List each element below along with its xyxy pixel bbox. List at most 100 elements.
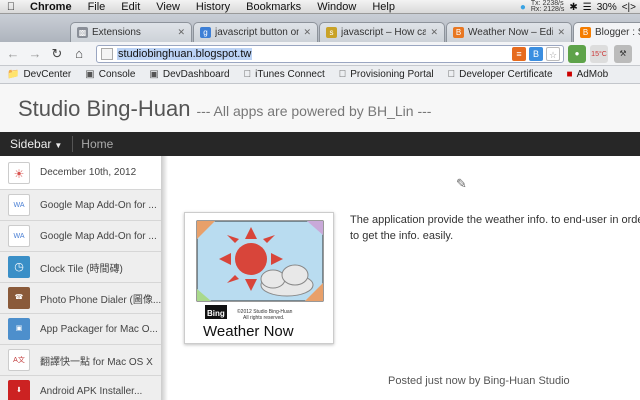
sidebar-item[interactable]: WA Google Map Add-On for ... bbox=[0, 190, 161, 221]
blog-title-row: Studio Bing-Huan --- All apps are powered… bbox=[18, 96, 431, 122]
extension-icon[interactable]: ● bbox=[568, 45, 586, 63]
menu-history[interactable]: History bbox=[188, 0, 238, 14]
admob-icon: ■ bbox=[567, 69, 573, 80]
edit-pencil-icon[interactable]: ✎ bbox=[456, 176, 467, 192]
sidebar-item[interactable]: WA Google Map Add-On for ... bbox=[0, 221, 161, 252]
sidebar-item[interactable]: ☀ December 10th, 2012 bbox=[0, 156, 161, 190]
menu-view[interactable]: View bbox=[148, 0, 188, 14]
blog-header: Studio Bing-Huan --- All apps are powered… bbox=[0, 84, 640, 132]
weather-thumb-icon: ☀ bbox=[8, 161, 30, 184]
bookmark-label: AdMob bbox=[554, 69, 609, 80]
menu-window[interactable]: Window bbox=[309, 0, 364, 14]
bookmark-admob[interactable]: ■ AdMob bbox=[560, 69, 616, 80]
blog-description: --- All apps are powered by BH_Lin --- bbox=[196, 103, 432, 119]
wrench-icon[interactable]: ⚒ bbox=[614, 45, 632, 63]
rx-label: Rx: bbox=[530, 6, 542, 13]
menu-edit[interactable]: Edit bbox=[113, 0, 148, 14]
apple-menu-icon[interactable]:  bbox=[0, 1, 22, 13]
sidebar-item-label: Clock Tile (時間磚) bbox=[40, 263, 123, 275]
tab-javascript-how[interactable]: s javascript – How can ✕ bbox=[319, 22, 445, 42]
bookmark-label: iTunes Connect bbox=[247, 69, 325, 80]
weather-badge-icon[interactable]: 15°C bbox=[590, 45, 608, 63]
sidebar-shadow bbox=[162, 156, 168, 400]
forward-icon[interactable]: → bbox=[26, 45, 44, 63]
browser-window:  Chrome File Edit View History Bookmark… bbox=[0, 0, 640, 400]
tab-close-icon[interactable]: ✕ bbox=[303, 27, 311, 38]
bookmark-devdashboard[interactable]: ▣ DevDashboard bbox=[142, 69, 236, 80]
blogger-this-icon[interactable]: B bbox=[529, 47, 543, 61]
twitter-icon[interactable]: ● bbox=[520, 2, 526, 13]
sidebar-item[interactable]: ◷ Clock Tile (時間磚) bbox=[0, 252, 161, 283]
rx-rate: 2128/s bbox=[543, 6, 565, 13]
page-icon: ▣ bbox=[149, 69, 159, 80]
post-footer: Posted just now by Bing-Huan Studio bbox=[388, 375, 570, 387]
weather-now-illustration: Bing ©2012 Studio Bing-Huan All rights r… bbox=[196, 220, 324, 340]
blog-navbar: Sidebar ▼ Home bbox=[0, 132, 640, 156]
tab-blogger-active[interactable]: B Blogger : Studi bbox=[573, 22, 640, 42]
sidebar-item[interactable]: ▣ App Packager for Mac O... bbox=[0, 314, 161, 345]
image-copyright: ©2012 Studio Bing-Huan bbox=[237, 308, 293, 315]
code-icon[interactable]: <|> bbox=[622, 2, 636, 13]
image-title: Weather Now bbox=[203, 323, 294, 340]
tab-title: Weather Now – Edit bbox=[468, 27, 554, 38]
sidebar-item-label: App Packager for Mac O... bbox=[40, 323, 158, 335]
bookmark-label: DevDashboard bbox=[162, 69, 230, 80]
sidebar-item-label: Android APK Installer... bbox=[40, 385, 143, 397]
sidebar-toggle[interactable]: Sidebar ▼ bbox=[0, 136, 74, 152]
rss-icon[interactable]: ≡ bbox=[512, 47, 526, 61]
reload-icon[interactable]: ↻ bbox=[48, 45, 66, 63]
image-logo-text: Bing bbox=[207, 309, 225, 318]
tab-weather-now[interactable]: B Weather Now – Edit ✕ bbox=[446, 22, 572, 42]
bookmark-label: DevCenter bbox=[23, 69, 72, 80]
caret-down-icon: ▼ bbox=[54, 141, 63, 150]
omnibox-icons: ≡ B ☆ bbox=[512, 47, 560, 61]
sidebar-item-label: December 10th, 2012 bbox=[40, 167, 137, 178]
tab-title: javascript – How can bbox=[341, 27, 427, 38]
weather-now-app-image[interactable]: Bing ©2012 Studio Bing-Huan All rights r… bbox=[184, 212, 334, 344]
blogger-icon: B bbox=[580, 27, 591, 38]
bookmark-star-icon[interactable]: ☆ bbox=[546, 47, 560, 61]
post-author-link[interactable]: Bing-Huan Studio bbox=[483, 375, 569, 387]
tab-close-icon[interactable]: ✕ bbox=[430, 27, 438, 38]
photo-dialer-thumb-icon: ☎ bbox=[8, 287, 30, 309]
map-addon-thumb-icon: WA bbox=[8, 225, 30, 247]
tab-title: javascript button on bbox=[215, 27, 300, 38]
home-icon[interactable]: ⌂ bbox=[70, 45, 88, 63]
bookmark-label: Provisioning Portal bbox=[335, 69, 433, 80]
url-text[interactable]: studiobinghuan.blogspot.tw bbox=[117, 48, 253, 60]
sidebar-item[interactable]: ☎ Photo Phone Dialer (圖像... bbox=[0, 283, 161, 314]
stackoverflow-icon: s bbox=[326, 27, 337, 38]
bookmark-devcenter[interactable]: 📁 DevCenter bbox=[0, 69, 78, 80]
apk-installer-thumb-icon: ⬇ bbox=[8, 380, 30, 400]
sidebar-item[interactable]: ⬇ Android APK Installer... bbox=[0, 376, 161, 400]
blog-title[interactable]: Studio Bing-Huan bbox=[18, 96, 190, 121]
menu-app-chrome[interactable]: Chrome bbox=[22, 0, 80, 14]
bookmarks-bar: 📁DevCenter ▣Console ▣DevDashboard iTune… bbox=[0, 66, 640, 84]
tab-close-icon[interactable]: ✕ bbox=[557, 27, 565, 38]
bluetooth-icon[interactable]: ✱ bbox=[569, 2, 577, 13]
sidebar-item-label: 翻譯快一點 for Mac OS X bbox=[40, 356, 153, 368]
battery-percent[interactable]: 30% bbox=[597, 2, 617, 13]
sidebar-item-label: Photo Phone Dialer (圖像... bbox=[40, 294, 161, 306]
bookmark-developer-certificate[interactable]: Developer Certificate bbox=[441, 69, 560, 80]
home-link[interactable]: Home bbox=[73, 137, 121, 151]
menu-file[interactable]: File bbox=[80, 0, 114, 14]
back-icon[interactable]: ← bbox=[4, 45, 22, 63]
address-bar[interactable]: studiobinghuan.blogspot.tw ≡ B ☆ bbox=[96, 45, 564, 63]
wifi-icon[interactable]: ☰ bbox=[583, 2, 592, 13]
weather-badge: 15°C bbox=[591, 51, 607, 58]
bookmark-console[interactable]: ▣ Console bbox=[78, 69, 142, 80]
browser-toolbar: ← → ↻ ⌂ studiobinghuan.blogspot.tw ≡ B ☆… bbox=[0, 42, 640, 66]
tab-javascript-button[interactable]: g javascript button on ✕ bbox=[193, 22, 318, 42]
blog-page: Studio Bing-Huan --- All apps are powered… bbox=[0, 84, 640, 400]
menu-status-area: ● Tx: 2238/s Rx: 2128/s ✱ ☰ 30% <|> bbox=[520, 0, 640, 14]
bookmark-itunes-connect[interactable]: iTunes Connect bbox=[237, 69, 332, 80]
sidebar-item-label: Google Map Add-On for ... bbox=[40, 230, 157, 242]
menu-bookmarks[interactable]: Bookmarks bbox=[238, 0, 309, 14]
translate-thumb-icon: A文 bbox=[8, 349, 30, 371]
tab-extensions[interactable]: ▩ Extensions ✕ bbox=[70, 22, 192, 42]
bookmark-provisioning-portal[interactable]: Provisioning Portal bbox=[332, 69, 441, 80]
tab-close-icon[interactable]: ✕ bbox=[177, 27, 185, 38]
sidebar-item[interactable]: A文 翻譯快一點 for Mac OS X bbox=[0, 345, 161, 376]
menu-help[interactable]: Help bbox=[364, 0, 403, 14]
